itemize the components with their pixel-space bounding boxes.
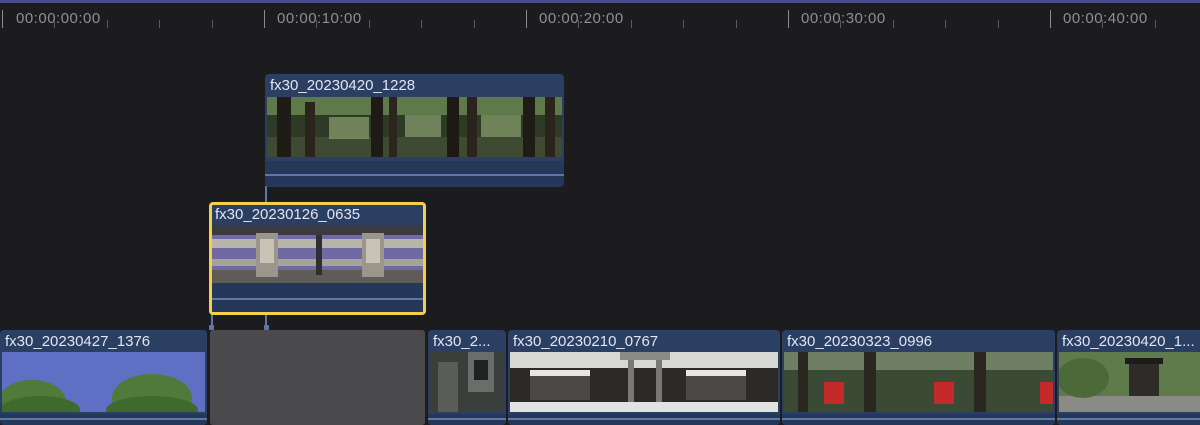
ruler-tick bbox=[264, 10, 265, 28]
clip-audio-waveform bbox=[265, 161, 564, 187]
gap-clip[interactable] bbox=[210, 330, 425, 425]
clip-audio-waveform bbox=[508, 414, 780, 425]
ruler-tick bbox=[106, 20, 108, 28]
ruler-tick bbox=[840, 20, 842, 28]
ruler-tick bbox=[683, 20, 685, 28]
primary-clip-5[interactable]: fx30_20230420_1... bbox=[1057, 330, 1200, 425]
clip-name: fx30_20230420_1... bbox=[1062, 333, 1195, 350]
snow-shrine-thumbnail bbox=[510, 352, 778, 412]
clip-audio-waveform bbox=[1057, 414, 1200, 425]
ruler-tick bbox=[1154, 20, 1156, 28]
ruler-tick bbox=[2, 10, 3, 28]
ruler-tick bbox=[368, 20, 370, 28]
connection-point bbox=[209, 325, 214, 330]
connected-clip-selected[interactable]: fx30_20230126_0635 bbox=[209, 202, 426, 315]
ruler-tick bbox=[1102, 20, 1104, 28]
connected-clip-top[interactable]: fx30_20230420_1228 bbox=[265, 74, 564, 187]
clip-name: fx30_20230126_0635 bbox=[215, 206, 361, 223]
forest-path-thumbnail bbox=[267, 97, 562, 157]
clip-thumbnail-strip bbox=[784, 352, 1053, 412]
clip-thumbnail-strip bbox=[510, 352, 778, 412]
clip-name: fx30_20230323_0996 bbox=[787, 333, 933, 350]
clip-name: fx30_2... bbox=[433, 333, 491, 350]
clip-name: fx30_20230210_0767 bbox=[513, 333, 659, 350]
structure-thumbnail bbox=[430, 352, 504, 412]
ruler-tick bbox=[316, 20, 318, 28]
ruler-label-40s: 00:00:40:00 bbox=[1063, 10, 1148, 27]
shrine-gate-thumbnail bbox=[212, 225, 423, 283]
ruler-tick bbox=[945, 20, 947, 28]
timecode-ruler[interactable]: 00:00:00:00 00:00:10:00 00:00:20:00 00:0… bbox=[0, 3, 1200, 36]
clip-thumbnail-strip bbox=[430, 352, 504, 412]
clip-thumbnail-strip bbox=[212, 225, 423, 283]
clip-name: fx30_20230420_1228 bbox=[270, 77, 416, 94]
clip-name: fx30_20230427_1376 bbox=[5, 333, 151, 350]
ruler-label-0: 00:00:00:00 bbox=[16, 10, 101, 27]
primary-clip-4[interactable]: fx30_20230323_0996 bbox=[782, 330, 1055, 425]
ruler-tick bbox=[421, 20, 423, 28]
jizo-statues-thumbnail bbox=[784, 352, 1053, 412]
primary-clip-3[interactable]: fx30_20230210_0767 bbox=[508, 330, 780, 425]
ruler-tick bbox=[892, 20, 894, 28]
ruler-tick bbox=[159, 20, 161, 28]
ruler-tick bbox=[578, 20, 580, 28]
primary-clip-1[interactable]: fx30_20230427_1376 bbox=[0, 330, 207, 425]
ruler-tick bbox=[997, 20, 999, 28]
ruler-tick bbox=[211, 20, 213, 28]
sky-trees-thumbnail bbox=[2, 352, 205, 412]
clip-audio-waveform bbox=[428, 414, 506, 425]
clip-thumbnail-strip bbox=[1059, 352, 1200, 412]
ruler-tick bbox=[788, 10, 789, 28]
ruler-label-20s: 00:00:20:00 bbox=[539, 10, 624, 27]
ruler-label-30s: 00:00:30:00 bbox=[801, 10, 886, 27]
ruler-tick bbox=[54, 20, 56, 28]
temple-garden-thumbnail bbox=[1059, 352, 1200, 412]
ruler-tick bbox=[473, 20, 475, 28]
ruler-tick bbox=[630, 20, 632, 28]
clip-thumbnail-strip bbox=[2, 352, 205, 412]
clip-audio-waveform bbox=[0, 414, 207, 425]
ruler-tick bbox=[526, 10, 527, 28]
clip-audio-waveform bbox=[212, 283, 423, 312]
ruler-tick bbox=[1050, 10, 1051, 28]
clip-audio-waveform bbox=[782, 414, 1055, 425]
ruler-tick bbox=[735, 20, 737, 28]
clip-thumbnail-strip bbox=[267, 97, 562, 157]
primary-clip-2[interactable]: fx30_2... bbox=[428, 330, 506, 425]
ruler-label-10s: 00:00:10:00 bbox=[277, 10, 362, 27]
connection-point bbox=[264, 325, 269, 330]
